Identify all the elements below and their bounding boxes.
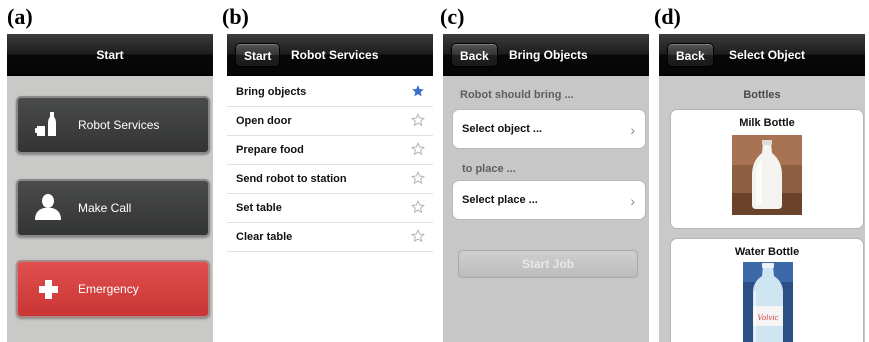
nav-title: Bring Objects (509, 48, 588, 62)
back-button[interactable]: Back (451, 43, 498, 67)
service-label: Prepare food (236, 144, 304, 156)
service-item-send-robot[interactable]: Send robot to station (227, 165, 433, 194)
bring-objects-screen: Back Bring Objects Robot should bring ..… (443, 34, 649, 342)
star-outline-icon[interactable] (411, 171, 425, 185)
nav-title: Start (96, 48, 124, 62)
water-bottle-photo: Volvic (743, 262, 793, 342)
nav-title: Robot Services (291, 48, 379, 62)
panel-label-c: (c) (440, 4, 465, 29)
chevron-right-icon: › (630, 122, 635, 138)
service-item-clear-table[interactable]: Clear table (227, 223, 433, 252)
back-button[interactable]: Back (667, 43, 714, 67)
place-caption: to place ... (462, 163, 516, 175)
emergency-button[interactable]: Emergency (16, 260, 210, 318)
service-item-set-table[interactable]: Set table (227, 194, 433, 223)
select-object-screen: Back Select Object Bottles Milk Bottle W… (659, 34, 865, 342)
nav-bar: Back Bring Objects (443, 34, 649, 76)
start-job-button[interactable]: Start Job (458, 250, 638, 278)
select-place-row[interactable]: Select place ... › (452, 180, 646, 220)
plus-cross-icon (18, 269, 78, 309)
start-back-button[interactable]: Start (235, 43, 281, 67)
panel-label-d: (d) (654, 4, 681, 29)
nav-bar: Back Select Object (659, 34, 865, 76)
service-label: Bring objects (236, 86, 307, 98)
chevron-right-icon: › (630, 193, 635, 209)
object-name: Milk Bottle (739, 117, 795, 129)
emergency-label: Emergency (78, 282, 139, 296)
volvic-label: Volvic (758, 314, 779, 322)
bring-caption: Robot should bring ... (460, 89, 574, 101)
object-card-water-bottle[interactable]: Water Bottle Volvic (670, 238, 864, 342)
star-outline-icon[interactable] (411, 142, 425, 156)
panel-label-b: (b) (222, 4, 249, 29)
star-filled-icon[interactable] (411, 84, 425, 98)
service-item-prepare-food[interactable]: Prepare food (227, 136, 433, 165)
milk-bottle-photo (732, 135, 802, 215)
star-outline-icon[interactable] (411, 200, 425, 214)
person-icon (18, 188, 78, 228)
robot-services-button[interactable]: Robot Services (16, 96, 210, 154)
service-item-open-door[interactable]: Open door (227, 107, 433, 136)
select-object-row[interactable]: Select object ... › (452, 109, 646, 149)
service-item-bring-objects[interactable]: Bring objects (227, 78, 433, 107)
nav-bar: Start Robot Services (227, 34, 433, 76)
category-caption: Bottles (743, 89, 781, 101)
nav-title: Select Object (729, 48, 806, 62)
star-outline-icon[interactable] (411, 229, 425, 243)
panel-label-a: (a) (7, 4, 33, 29)
service-label: Send robot to station (236, 173, 347, 185)
make-call-button[interactable]: Make Call (16, 179, 210, 237)
select-place-label: Select place ... (462, 194, 538, 206)
service-label: Clear table (236, 231, 293, 243)
object-name: Water Bottle (734, 246, 800, 258)
service-label: Set table (236, 202, 282, 214)
robot-services-screen: Start Robot Services Bring objects Open … (227, 34, 433, 342)
bottles-icon (18, 105, 78, 145)
select-object-label: Select object ... (462, 123, 543, 135)
star-outline-icon[interactable] (411, 113, 425, 127)
make-call-label: Make Call (78, 201, 132, 215)
service-label: Open door (236, 115, 292, 127)
object-card-milk-bottle[interactable]: Milk Bottle (670, 109, 864, 229)
nav-bar: Start (7, 34, 213, 76)
start-screen: Start Robot Services Make Call Emergency (7, 34, 213, 342)
robot-services-label: Robot Services (78, 118, 160, 132)
